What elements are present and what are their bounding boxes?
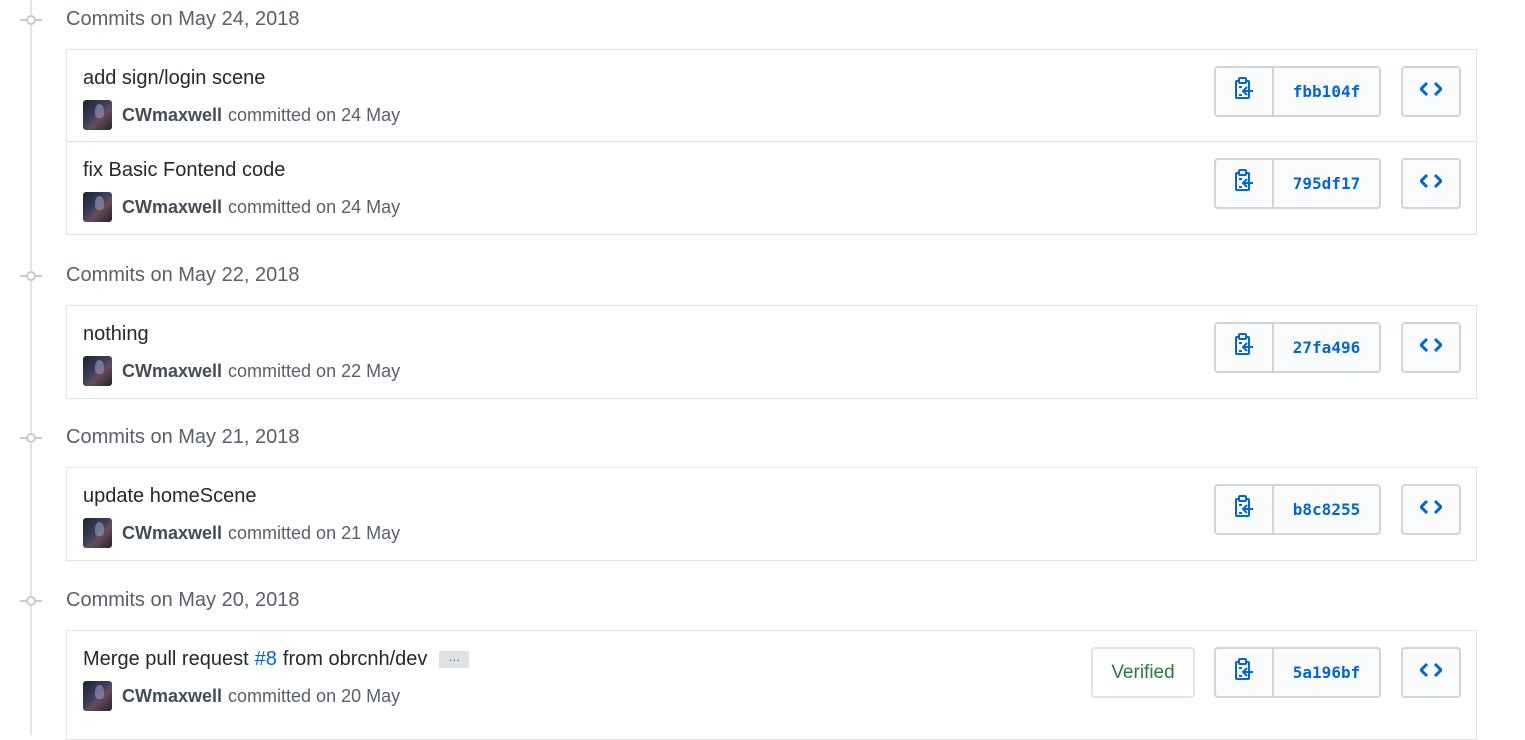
git-commit-icon	[19, 432, 43, 444]
browse-repo-button[interactable]	[1401, 484, 1461, 535]
sha-button-group: 795df17	[1214, 158, 1381, 209]
commit-group-title: Commits on May 21, 2018	[66, 426, 300, 448]
sha-button-group: 5a196bf	[1214, 647, 1381, 698]
expand-message-button[interactable]: …	[439, 651, 470, 668]
sha-button-group: fbb104f	[1214, 66, 1381, 117]
commit-group-list: Merge pull request #8 from obrcnh/dev … …	[66, 630, 1477, 740]
commit-meta: CWmaxwell committed on 24 May	[83, 192, 400, 222]
clippy-icon	[1234, 169, 1254, 198]
browse-repo-button[interactable]	[1401, 66, 1461, 117]
commit-message-link[interactable]: fix Basic Fontend code	[83, 159, 285, 182]
commit-group-list: add sign/login scene CWmaxwell committed…	[66, 49, 1477, 235]
committed-date: committed on 22 May	[228, 360, 401, 381]
avatar[interactable]	[83, 681, 112, 711]
commit-group-title: Commits on May 22, 2018	[66, 264, 300, 286]
avatar[interactable]	[83, 356, 112, 386]
git-commit-icon	[19, 14, 43, 26]
commit-sha-button[interactable]: 5a196bf	[1274, 649, 1379, 696]
commit-meta: CWmaxwell committed on 21 May	[83, 518, 400, 548]
author-link[interactable]: CWmaxwell	[122, 197, 222, 218]
browse-repo-button[interactable]	[1401, 647, 1461, 698]
browse-repo-button[interactable]	[1401, 322, 1461, 373]
commit-group-title: Commits on May 20, 2018	[66, 589, 300, 611]
author-link[interactable]: CWmaxwell	[122, 361, 222, 382]
author-link[interactable]: CWmaxwell	[122, 523, 222, 544]
committed-date: committed on 20 May	[228, 685, 401, 706]
commit-group-list: update homeScene CWmaxwell committed on …	[66, 467, 1477, 561]
pull-request-link[interactable]: #8	[255, 648, 277, 671]
avatar[interactable]	[83, 518, 112, 548]
verified-badge[interactable]: Verified	[1091, 647, 1195, 698]
commit-row: Merge pull request #8 from obrcnh/dev … …	[67, 631, 1476, 723]
timeline-line	[30, 0, 32, 735]
copy-sha-button[interactable]	[1216, 160, 1274, 207]
code-icon	[1418, 81, 1444, 102]
commit-message-link[interactable]: Merge pull request	[83, 648, 249, 671]
code-icon	[1418, 173, 1444, 194]
commit-group-list: nothing CWmaxwell committed on 22 May 27…	[66, 305, 1477, 399]
clippy-icon	[1234, 495, 1254, 524]
sha-button-group: 27fa496	[1214, 322, 1381, 373]
clippy-icon	[1234, 333, 1254, 362]
commit-sha-button[interactable]: fbb104f	[1274, 68, 1379, 115]
author-link[interactable]: CWmaxwell	[122, 686, 222, 707]
commit-message-link[interactable]: nothing	[83, 323, 149, 346]
avatar[interactable]	[83, 100, 112, 130]
commit-message-link[interactable]: from obrcnh/dev	[283, 648, 428, 671]
commit-sha-button[interactable]: 795df17	[1274, 160, 1379, 207]
commit-message-link[interactable]: update homeScene	[83, 485, 256, 508]
author-link[interactable]: CWmaxwell	[122, 105, 222, 126]
commit-row: update homeScene CWmaxwell committed on …	[67, 468, 1476, 560]
clippy-icon	[1234, 77, 1254, 106]
code-icon	[1418, 499, 1444, 520]
committed-date: committed on 24 May	[228, 196, 401, 217]
browse-repo-button[interactable]	[1401, 158, 1461, 209]
clippy-icon	[1234, 658, 1254, 687]
copy-sha-button[interactable]	[1216, 324, 1274, 371]
code-icon	[1418, 662, 1444, 683]
sha-button-group: b8c8255	[1214, 484, 1381, 535]
copy-sha-button[interactable]	[1216, 486, 1274, 533]
commit-meta: CWmaxwell committed on 22 May	[83, 356, 400, 386]
commit-meta: CWmaxwell committed on 20 May	[83, 681, 400, 711]
commit-row: fix Basic Fontend code CWmaxwell committ…	[67, 142, 1476, 234]
copy-sha-button[interactable]	[1216, 68, 1274, 115]
commit-meta: CWmaxwell committed on 24 May	[83, 100, 400, 130]
commit-sha-button[interactable]: 27fa496	[1274, 324, 1379, 371]
commit-group-title: Commits on May 24, 2018	[66, 8, 300, 30]
code-icon	[1418, 337, 1444, 358]
committed-date: committed on 24 May	[228, 104, 401, 125]
commit-row: nothing CWmaxwell committed on 22 May 27…	[67, 306, 1476, 398]
git-commit-icon	[19, 270, 43, 282]
copy-sha-button[interactable]	[1216, 649, 1274, 696]
commit-sha-button[interactable]: b8c8255	[1274, 486, 1379, 533]
commit-message-link[interactable]: add sign/login scene	[83, 67, 265, 90]
avatar[interactable]	[83, 192, 112, 222]
git-commit-icon	[19, 595, 43, 607]
commit-message: Merge pull request #8 from obrcnh/dev …	[83, 648, 470, 671]
commit-row: add sign/login scene CWmaxwell committed…	[67, 50, 1476, 142]
committed-date: committed on 21 May	[228, 522, 401, 543]
